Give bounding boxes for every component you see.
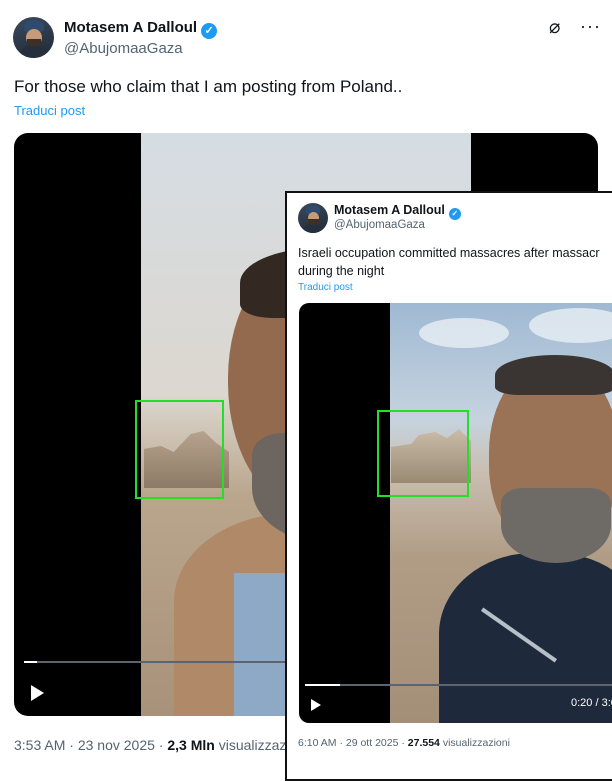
verified-badge-icon: ✓: [448, 208, 461, 220]
inset-author-name-text: Motasem A Dalloul: [334, 203, 445, 217]
person-beard: [501, 488, 611, 563]
main-author-name-text[interactable]: Motasem A Dalloul: [64, 19, 197, 36]
main-translate-link[interactable]: Traduci post: [14, 103, 85, 118]
inset-tweet-time: 6:10 AM: [298, 737, 337, 749]
meta-separator: ·: [69, 737, 74, 753]
inset-translate-link: Traduci post: [298, 282, 353, 293]
inset-video-player: 0:20 / 3:01: [299, 303, 612, 723]
main-tweet-date[interactable]: 23 nov 2025: [78, 737, 155, 753]
inset-author-handle: @AbujomaaGaza: [334, 219, 425, 231]
main-views-count: 2,3 Mln: [167, 737, 215, 753]
comparison-highlight-box: [135, 400, 224, 499]
verified-badge-icon: ✓: [201, 23, 218, 39]
more-icon[interactable]: ···: [580, 16, 601, 37]
inset-text-line-1: Israeli occupation committed massacres a…: [298, 246, 600, 260]
inset-tweet-meta: 6:10 AM · 29 ott 2025 · 27.554 visualizz…: [298, 737, 510, 749]
main-author-handle[interactable]: @AbujomaaGaza: [64, 40, 183, 57]
main-tweet-text: For those who claim that I am posting fr…: [14, 77, 403, 96]
avatar-beard: [308, 219, 319, 225]
inset-video-progress-bar: [305, 684, 612, 686]
comparison-highlight-box: [377, 410, 469, 497]
avatar-beard: [27, 39, 41, 47]
inset-views-count: 27.554: [407, 737, 440, 749]
main-tweet-time[interactable]: 3:53 AM: [14, 737, 65, 753]
meta-separator: ·: [401, 737, 405, 749]
inset-tweet-text: Israeli occupation committed massacres a…: [298, 244, 612, 280]
person-hair: [495, 355, 612, 395]
main-author-avatar[interactable]: [13, 17, 54, 58]
inset-views-label: visualizzazioni: [442, 737, 510, 749]
avatar-body: [302, 224, 324, 233]
play-icon[interactable]: [31, 685, 44, 701]
inset-tweet-date: 29 ott 2025: [345, 737, 399, 749]
grok-icon[interactable]: ⌀: [549, 16, 560, 39]
main-video-progress-fill: [24, 661, 37, 663]
main-tweet-meta: 3:53 AM · 23 nov 2025 · 2,3 Mln visualiz…: [14, 737, 308, 753]
cloud: [419, 318, 509, 348]
meta-separator: ·: [158, 737, 164, 753]
inset-video-progress-fill: [305, 684, 340, 686]
inset-author-avatar: [298, 203, 328, 233]
inset-video-time: 0:20 / 3:01: [571, 697, 612, 709]
play-icon: [311, 699, 321, 711]
main-author-name[interactable]: Motasem A Dalloul ✓: [64, 19, 218, 39]
inset-author-name: Motasem A Dalloul ✓: [334, 203, 461, 220]
inset-text-line-2: during the night: [298, 264, 385, 278]
meta-separator: ·: [339, 737, 343, 749]
